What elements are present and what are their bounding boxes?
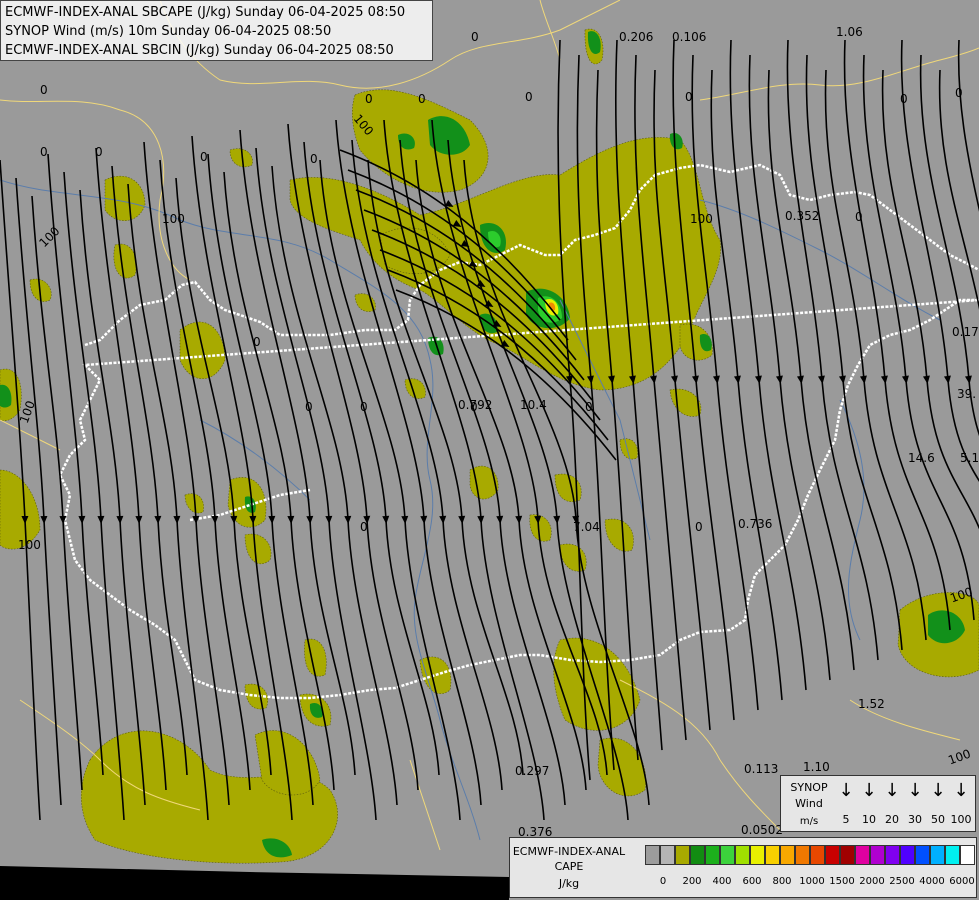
cin-label: 1.06 [836, 25, 863, 39]
cape-color-swatch [765, 845, 780, 865]
cin-label: 7.04 [573, 520, 600, 534]
wind-legend-subtitle: Wind [795, 797, 823, 810]
cape-scale-tick: 6000 [949, 876, 975, 887]
cin-label: 0 [305, 400, 313, 414]
cin-label: 0 [955, 86, 963, 100]
cin-label: 0 [310, 152, 318, 166]
cin-label: 0 [855, 210, 863, 224]
cin-label: 10.4 [520, 398, 547, 412]
cape-color-swatch [705, 845, 720, 865]
cin-label: 0 [200, 150, 208, 164]
wind-speed-label: 10 [862, 813, 876, 826]
cape-color-swatch [900, 845, 915, 865]
cin-label: 0 [253, 335, 261, 349]
wind-speed-label: 20 [885, 813, 899, 826]
cin-label: 0 [365, 92, 373, 106]
cin-label: 0 [471, 30, 479, 44]
cin-label: 0 [685, 90, 693, 104]
wind-arrow-icon: ↓ [907, 780, 923, 801]
cape-color-swatch [915, 845, 930, 865]
cape-color-swatch [945, 845, 960, 865]
cape-color-swatch [735, 845, 750, 865]
cin-label: 0.206 [619, 30, 654, 44]
cape-color-swatch [660, 845, 675, 865]
cin-label: 0.113 [744, 762, 779, 776]
cape-color-swatch [885, 845, 900, 865]
wind-arrow-icon: ↓ [953, 780, 969, 801]
cin-label: 1.10 [803, 760, 830, 774]
map-title-box: ECMWF-INDEX-ANAL SBCAPE (J/kg) Sunday 06… [0, 0, 433, 61]
title-synop-wind: SYNOP Wind (m/s) 10m Sunday 06-04-2025 0… [5, 24, 332, 39]
cin-label: 0 [525, 90, 533, 104]
cape-color-swatch [870, 845, 885, 865]
wind-speed-label: 100 [950, 813, 972, 826]
cin-label: 100 [162, 212, 185, 226]
wind-legend-title: SYNOP [790, 781, 828, 794]
cin-label: 0.792 [458, 398, 493, 412]
cin-label: 0.0502 [741, 823, 783, 837]
cin-label: 0.297 [515, 764, 550, 778]
cape-legend-unit: J/kg [558, 877, 580, 890]
cin-contour-label: 100 [18, 538, 41, 552]
cin-label: 0 [360, 520, 368, 534]
cape-color-swatch [960, 845, 975, 865]
cin-label: 0 [418, 92, 426, 106]
cin-label: 14.6 [908, 451, 935, 465]
cape-color-swatch [780, 845, 795, 865]
wind-arrow-icon: ↓ [861, 780, 877, 801]
wind-legend: SYNOP Wind m/s ↓ ↓ ↓ ↓ ↓ ↓ 5 10 20 30 50… [780, 775, 976, 832]
cape-color-swatch [795, 845, 810, 865]
cape-legend: ECMWF-INDEX-ANAL CAPE J/kg 0 200 400 600… [509, 837, 977, 898]
wind-arrow-icon: ↓ [884, 780, 900, 801]
cape-color-swatch [825, 845, 840, 865]
wind-legend-unit: m/s [799, 816, 819, 827]
cape-legend-subtitle: CAPE [554, 860, 584, 873]
wind-arrow-icon: ↓ [930, 780, 946, 801]
cape-color-swatch [840, 845, 855, 865]
cape-color-swatch [720, 845, 735, 865]
cape-color-swatch [645, 845, 660, 865]
weather-map: ECMWF-INDEX-ANAL SBCAPE (J/kg) Sunday 06… [0, 0, 979, 900]
cape-color-swatch [675, 845, 690, 865]
cin-label: 0.736 [738, 517, 773, 531]
title-sbcape: ECMWF-INDEX-ANAL SBCAPE (J/kg) Sunday 06… [5, 5, 406, 20]
cin-label: 0 [695, 520, 703, 534]
cape-color-swatch [930, 845, 945, 865]
cin-label: 0 [360, 400, 368, 414]
cin-label: 0.106 [672, 30, 707, 44]
cape-color-swatch [810, 845, 825, 865]
cape-color-swatch [690, 845, 705, 865]
cin-label: 100 [690, 212, 713, 226]
cin-label: 0.17 [952, 325, 979, 339]
cin-label: 0 [585, 400, 593, 414]
cin-label: 5.1 [960, 451, 979, 465]
title-sbcin: ECMWF-INDEX-ANAL SBCIN (J/kg) Sunday 06-… [5, 43, 394, 58]
wind-speed-label: 30 [908, 813, 922, 826]
cape-color-swatch [855, 845, 870, 865]
wind-speed-label: 5 [842, 813, 850, 826]
cin-label: 0.352 [785, 209, 820, 223]
cin-label: 0 [40, 83, 48, 97]
cape-color-swatch [750, 845, 765, 865]
wind-arrow-icon: ↓ [838, 780, 854, 801]
map-canvas [0, 0, 979, 900]
cape-legend-title: ECMWF-INDEX-ANAL [512, 845, 626, 858]
cin-label: 0 [900, 92, 908, 106]
cin-label: 0 [40, 145, 48, 159]
cin-label: 1.52 [858, 697, 885, 711]
wind-speed-label: 50 [931, 813, 945, 826]
cin-label: 0 [95, 145, 103, 159]
cin-label: 39. [957, 387, 977, 401]
